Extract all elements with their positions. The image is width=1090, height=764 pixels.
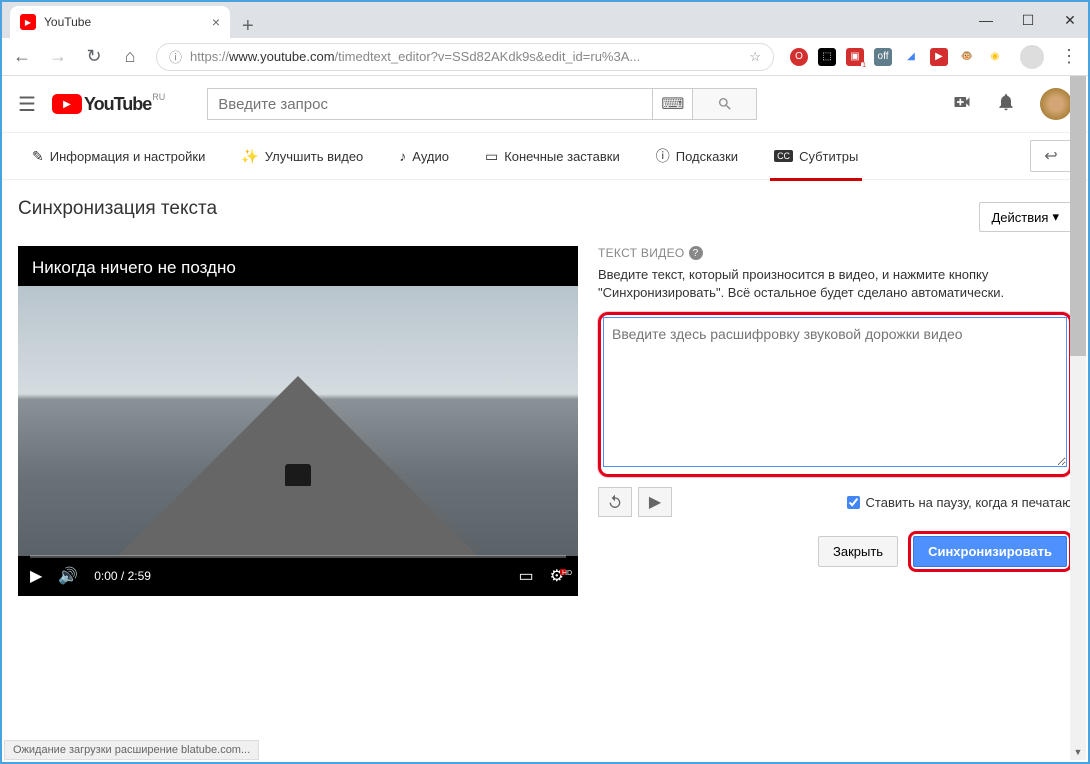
play-icon[interactable]: ▶ bbox=[30, 566, 42, 586]
video-scene bbox=[18, 286, 578, 556]
keyboard-icon[interactable]: ⌨ bbox=[653, 88, 693, 120]
browser-tab[interactable]: YouTube × bbox=[10, 6, 230, 38]
forward-button[interactable]: → bbox=[48, 46, 68, 67]
subtitles-icon[interactable]: ▭ bbox=[519, 566, 534, 586]
endscreen-icon: ▭ bbox=[485, 148, 498, 165]
notifications-icon[interactable] bbox=[996, 92, 1016, 117]
scroll-thumb[interactable] bbox=[1070, 76, 1086, 356]
info-icon: ⓘ bbox=[169, 47, 182, 66]
search-icon bbox=[717, 96, 733, 112]
rewind-icon bbox=[607, 494, 623, 510]
youtube-favicon bbox=[20, 14, 36, 30]
volume-icon[interactable]: 🔊 bbox=[58, 566, 78, 586]
tab-subtitles[interactable]: CC Субтитры bbox=[760, 132, 872, 180]
pause-checkbox-label[interactable]: Ставить на паузу, когда я печатаю bbox=[847, 495, 1072, 510]
extension-icon[interactable]: off bbox=[874, 48, 892, 66]
tab-info[interactable]: ✎ Информация и настройки bbox=[18, 132, 219, 180]
url-text: https://www.youtube.com/timedtext_editor… bbox=[190, 49, 741, 64]
info-circle-icon: ⓘ bbox=[656, 146, 670, 166]
new-tab-button[interactable]: + bbox=[230, 15, 266, 38]
bookmark-icon[interactable]: ☆ bbox=[749, 49, 761, 65]
note-icon: ♪ bbox=[399, 148, 406, 164]
video-player[interactable]: Никогда ничего не поздно ▶ 🔊 0:00 / 2:59… bbox=[18, 246, 578, 596]
profile-icon[interactable] bbox=[1020, 45, 1044, 69]
cc-icon: CC bbox=[774, 150, 793, 162]
tab-endscreens[interactable]: ▭ Конечные заставки bbox=[471, 132, 634, 180]
rewind-button[interactable] bbox=[598, 487, 632, 517]
section-label: ТЕКСТ ВИДЕО ? bbox=[598, 246, 1072, 260]
extension-icon[interactable]: ▣1 bbox=[846, 48, 864, 66]
tab-audio[interactable]: ♪ Аудио bbox=[385, 132, 463, 180]
close-tab-icon[interactable]: × bbox=[212, 14, 220, 30]
highlight-annotation: Синхронизировать bbox=[908, 531, 1072, 572]
extension-icon[interactable]: ▶ bbox=[930, 48, 948, 66]
settings-icon[interactable]: ⚙HD bbox=[550, 566, 566, 586]
browser-toolbar: ← → ↻ ⌂ ⓘ https://www.youtube.com/timedt… bbox=[2, 38, 1088, 76]
extension-icon[interactable]: O bbox=[790, 48, 808, 66]
editor-tabs: ✎ Информация и настройки ✨ Улучшить виде… bbox=[2, 132, 1088, 180]
help-icon[interactable]: ? bbox=[689, 246, 703, 260]
pencil-icon: ✎ bbox=[32, 148, 44, 165]
youtube-logo-icon bbox=[52, 94, 82, 114]
close-window-button[interactable]: ✕ bbox=[1060, 12, 1080, 29]
search-container: ⌨ bbox=[207, 88, 757, 120]
reload-button[interactable]: ↻ bbox=[84, 46, 104, 67]
sync-button[interactable]: Синхронизировать bbox=[913, 536, 1067, 567]
status-bar: Ожидание загрузки расширение blatube.com… bbox=[4, 740, 259, 760]
browser-menu-icon[interactable]: ⋮ bbox=[1060, 46, 1078, 67]
search-button[interactable] bbox=[693, 88, 757, 120]
video-title: Никогда ничего не поздно bbox=[32, 258, 236, 278]
tab-title: YouTube bbox=[44, 15, 204, 29]
tab-enhance[interactable]: ✨ Улучшить видео bbox=[227, 132, 377, 180]
user-avatar[interactable] bbox=[1040, 88, 1072, 120]
close-button[interactable]: Закрыть bbox=[818, 536, 898, 567]
upload-icon[interactable] bbox=[952, 92, 972, 117]
extension-icon[interactable]: ◢ bbox=[902, 48, 920, 66]
chevron-down-icon: ▾ bbox=[1052, 209, 1059, 225]
tab-cards[interactable]: ⓘ Подсказки bbox=[642, 132, 752, 180]
back-arrow-button[interactable]: ↩ bbox=[1030, 140, 1072, 172]
scroll-down-icon[interactable]: ▼ bbox=[1070, 744, 1086, 760]
extension-icon[interactable]: ⬚ bbox=[818, 48, 836, 66]
maximize-button[interactable]: ☐ bbox=[1018, 12, 1038, 29]
scrollbar[interactable]: ▲ ▼ bbox=[1070, 76, 1086, 760]
extension-icon[interactable]: 🐵 bbox=[958, 48, 976, 66]
minimize-button[interactable]: — bbox=[976, 12, 996, 28]
youtube-logo[interactable]: YouTube RU bbox=[52, 94, 151, 115]
search-input[interactable] bbox=[207, 88, 653, 120]
browser-tab-bar: YouTube × + — ☐ ✕ bbox=[2, 2, 1088, 38]
pause-checkbox[interactable] bbox=[847, 496, 860, 509]
section-description: Введите текст, который произносится в ви… bbox=[598, 266, 1072, 302]
back-button[interactable]: ← bbox=[12, 46, 32, 67]
time-display: 0:00 / 2:59 bbox=[94, 569, 151, 583]
transcript-textarea[interactable] bbox=[603, 317, 1067, 467]
extension-icon[interactable]: ◉ bbox=[986, 48, 1004, 66]
wand-icon: ✨ bbox=[241, 148, 258, 165]
highlight-annotation bbox=[598, 312, 1072, 477]
page-title: Синхронизация текста bbox=[2, 180, 1088, 226]
hamburger-icon[interactable]: ☰ bbox=[18, 92, 36, 117]
youtube-header: ☰ YouTube RU ⌨ bbox=[2, 76, 1088, 132]
actions-dropdown[interactable]: Действия ▾ bbox=[979, 202, 1073, 232]
address-bar[interactable]: ⓘ https://www.youtube.com/timedtext_edit… bbox=[156, 43, 774, 71]
play-small-button[interactable]: ▶ bbox=[638, 487, 672, 517]
extension-icons: O ⬚ ▣1 off ◢ ▶ 🐵 ◉ bbox=[790, 48, 1004, 66]
home-button[interactable]: ⌂ bbox=[120, 46, 140, 67]
